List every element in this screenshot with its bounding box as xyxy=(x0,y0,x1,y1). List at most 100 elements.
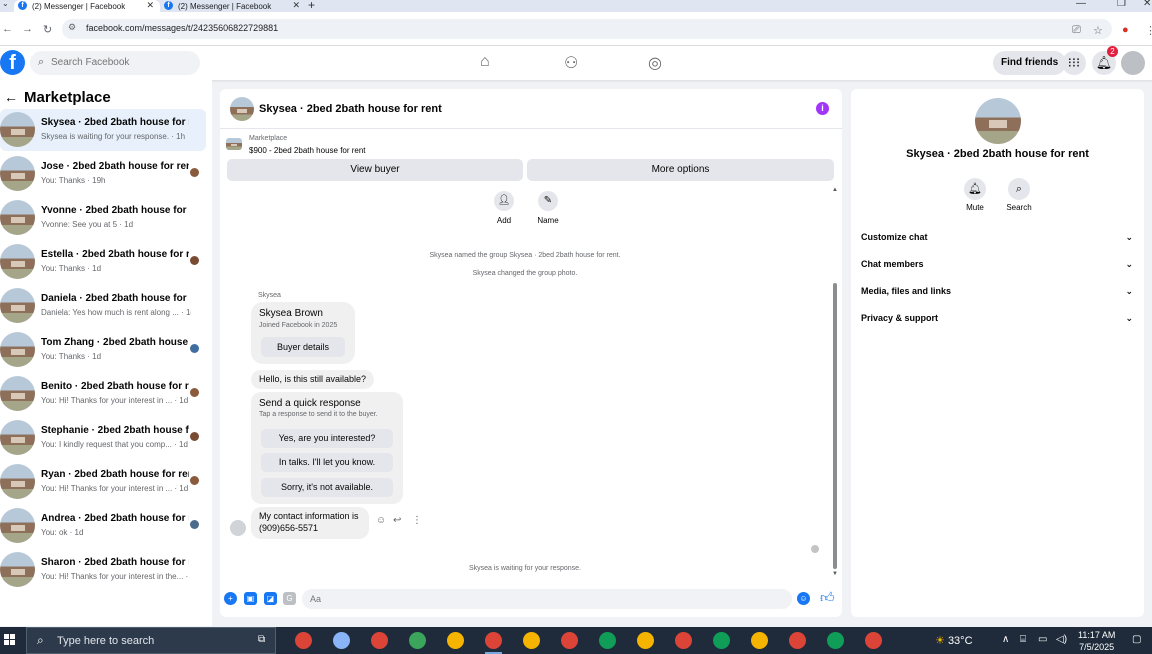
site-info-icon[interactable]: ⚙ xyxy=(68,22,76,33)
chrome-app-icon[interactable] xyxy=(523,632,540,649)
section-customize-chat[interactable]: Customize chat ⌄ xyxy=(861,232,1137,248)
sender-avatar[interactable] xyxy=(230,520,246,536)
scroll-down-icon[interactable]: ▼ xyxy=(832,571,838,577)
bookmark-star-icon[interactable]: ☆ xyxy=(1093,24,1103,37)
quick-response-option[interactable]: In talks. I'll let you know. xyxy=(261,453,393,472)
volume-icon[interactable]: ◁) xyxy=(1056,634,1067,645)
chat-row[interactable]: Daniela · 2bed 2bath house for rent Danie… xyxy=(0,285,206,327)
view-buyer-button[interactable]: View buyer xyxy=(227,159,523,181)
tray-chevron-icon[interactable]: ∧ xyxy=(1002,634,1009,645)
restore-icon[interactable]: ❐ xyxy=(1117,0,1126,9)
section-chat-members[interactable]: Chat members ⌄ xyxy=(861,259,1137,275)
close-window-icon[interactable]: ✕ xyxy=(1143,0,1151,9)
task-view-icon[interactable]: ⧉ xyxy=(258,634,265,645)
scrollbar-thumb[interactable] xyxy=(833,283,837,569)
chrome-app-icon[interactable] xyxy=(447,632,464,649)
tab-search-chevron-icon[interactable]: ⌄ xyxy=(2,0,9,8)
friends-icon[interactable]: ⚇ xyxy=(564,53,578,73)
profile-avatar[interactable] xyxy=(1121,51,1145,75)
chat-row[interactable]: Estella · 2bed 2bath house for re... You:… xyxy=(0,241,206,283)
minimize-icon[interactable]: — xyxy=(1076,0,1086,9)
close-tab-icon[interactable]: ✕ xyxy=(292,0,300,11)
search-icon[interactable]: ⌕ xyxy=(1008,178,1030,200)
taskbar-search[interactable]: ⌕ Type here to search xyxy=(26,627,276,654)
search-input[interactable] xyxy=(51,57,191,68)
chat-row[interactable]: Skysea · 2bed 2bath house for rent Skysea… xyxy=(0,109,206,151)
chrome-app-icon[interactable] xyxy=(827,632,844,649)
chat-row[interactable]: Jose · 2bed 2bath house for rent You: Tha… xyxy=(0,153,206,195)
cast-icon[interactable]: ⎚ xyxy=(1072,24,1081,37)
new-tab-icon[interactable]: + xyxy=(308,0,315,12)
group-avatar[interactable] xyxy=(975,98,1021,144)
listing-thumbnail[interactable] xyxy=(226,138,242,150)
groups-icon[interactable]: ◎ xyxy=(648,53,662,73)
find-friends-button[interactable]: Find friends xyxy=(993,51,1067,75)
quick-response-option[interactable]: Yes, are you interested? xyxy=(261,429,393,448)
thread-scrollbar[interactable]: ▲ ▼ xyxy=(832,187,838,579)
message-bubble[interactable]: My contact information is (909)656-5571 xyxy=(251,507,369,539)
photo-icon[interactable]: ▣ xyxy=(244,592,257,605)
url-text[interactable]: facebook.com/messages/t/2423560682272988… xyxy=(86,23,278,33)
emoji-icon[interactable]: ☺ xyxy=(797,592,810,605)
chat-row[interactable]: Tom Zhang · 2bed 2bath house ... You: Tha… xyxy=(0,329,206,371)
buyer-details-button[interactable]: Buyer details xyxy=(261,337,345,357)
chat-row[interactable]: Sharon · 2bed 2bath house for rent You: H… xyxy=(0,549,206,591)
chrome-app-icon[interactable] xyxy=(599,632,616,649)
extension-icon[interactable]: ● xyxy=(1122,24,1129,36)
react-emoji-icon[interactable]: ☺ xyxy=(376,515,386,526)
add-person-icon[interactable]: 👤︎ xyxy=(494,191,514,211)
scroll-up-icon[interactable]: ▲ xyxy=(832,187,838,193)
conversation-info-icon[interactable]: i xyxy=(816,102,829,115)
chrome-app-icon[interactable] xyxy=(865,632,882,649)
chrome-app-icon[interactable] xyxy=(485,632,502,649)
tray-app-icon[interactable]: ⌸ xyxy=(1020,634,1026,645)
chrome-app-icon[interactable] xyxy=(371,632,388,649)
browser-tab[interactable]: f (2) Messenger | Facebook ✕ xyxy=(160,0,306,12)
quick-response-option[interactable]: Sorry, it's not available. xyxy=(261,478,393,497)
system-clock[interactable]: 11:17 AM 7/5/2025 xyxy=(1078,629,1115,653)
network-icon[interactable]: ▭ xyxy=(1038,634,1047,645)
message-bubble[interactable]: Hello, is this still available? xyxy=(251,370,375,389)
conversation-avatar[interactable] xyxy=(230,97,254,121)
windows-start-icon[interactable] xyxy=(4,634,16,646)
back-arrow-icon[interactable]: ← xyxy=(4,89,18,105)
plus-icon[interactable]: + xyxy=(224,592,237,605)
browser-menu-icon[interactable]: ⋮ xyxy=(1145,24,1152,37)
chrome-app-icon[interactable] xyxy=(561,632,578,649)
gif-icon[interactable]: G xyxy=(283,592,296,605)
chat-row[interactable]: Benito · 2bed 2bath house for r... You: H… xyxy=(0,373,206,415)
chat-row[interactable]: Yvonne · 2bed 2bath house for rent Yvonne… xyxy=(0,197,206,239)
more-options-button[interactable]: More options xyxy=(527,159,834,181)
chrome-app-icon[interactable] xyxy=(675,632,692,649)
message-input[interactable] xyxy=(302,589,792,609)
chrome-app-icon[interactable] xyxy=(295,632,312,649)
chrome-app-icon[interactable] xyxy=(637,632,654,649)
chrome-app-icon[interactable] xyxy=(789,632,806,649)
edit-name-icon[interactable]: ✎ xyxy=(538,191,558,211)
thumbs-up-icon[interactable]: 👍︎ xyxy=(820,589,835,606)
back-icon[interactable]: ← xyxy=(2,23,13,35)
facebook-logo[interactable]: f xyxy=(0,50,25,75)
weather-widget[interactable]: ☀ 33°C xyxy=(935,634,973,647)
notification-center-icon[interactable]: ▢ xyxy=(1132,634,1141,645)
app-icon[interactable] xyxy=(333,632,350,649)
more-actions-icon[interactable]: ⋮ xyxy=(412,515,422,526)
chat-row[interactable]: Ryan · 2bed 2bath house for rent You: Hi!… xyxy=(0,461,206,503)
chat-row[interactable]: Andrea · 2bed 2bath house for r... You: o… xyxy=(0,505,206,547)
sticker-icon[interactable]: ◪ xyxy=(264,592,277,605)
chrome-app-icon[interactable] xyxy=(713,632,730,649)
facebook-search[interactable]: ⌕ xyxy=(30,51,200,75)
reload-icon[interactable]: ↻ xyxy=(43,23,52,36)
section-media-files-links[interactable]: Media, files and links ⌄ xyxy=(861,286,1137,302)
chrome-app-icon[interactable] xyxy=(751,632,768,649)
browser-tab[interactable]: f (2) Messenger | Facebook ✕ xyxy=(14,0,160,12)
close-tab-icon[interactable]: ✕ xyxy=(146,0,154,11)
reply-icon[interactable]: ↩ xyxy=(393,515,401,526)
app-icon[interactable] xyxy=(409,632,426,649)
menu-grid-icon[interactable]: ⁝⁝⁝ xyxy=(1062,51,1086,75)
conversation-title[interactable]: Skysea · 2bed 2bath house for rent xyxy=(259,103,442,115)
forward-icon[interactable]: → xyxy=(22,23,33,35)
section-privacy-support[interactable]: Privacy & support ⌄ xyxy=(861,313,1137,329)
home-icon[interactable]: ⌂ xyxy=(480,53,490,71)
mute-bell-icon[interactable]: 🔔︎ xyxy=(964,178,986,200)
